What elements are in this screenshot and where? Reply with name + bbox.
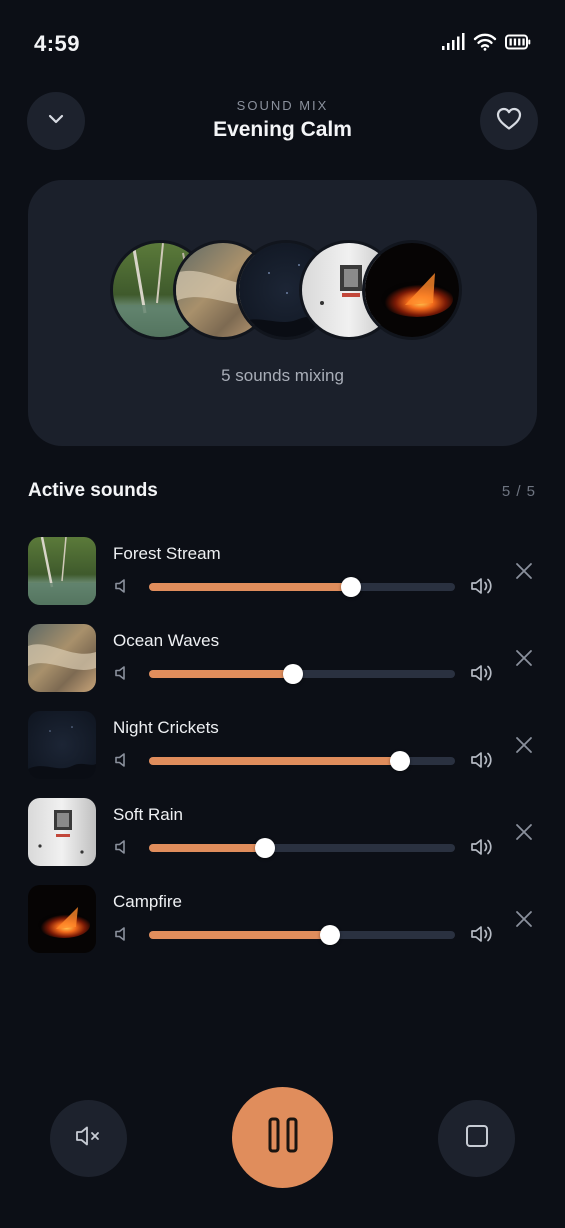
volume-fill (149, 931, 330, 939)
remove-sound-button[interactable] (512, 735, 536, 759)
volume-high-icon (469, 836, 495, 863)
mix-count-text: 5 sounds mixing (221, 366, 344, 385)
sound-bubbles (110, 240, 462, 340)
campfire-bubble (362, 240, 462, 340)
close-icon (515, 823, 533, 846)
status-time: 4:59 (34, 31, 81, 56)
volume-fill (149, 844, 266, 852)
mix-preview-card: 5 sounds mixing (28, 180, 537, 446)
volume-knob[interactable] (389, 751, 410, 771)
sound-row: Soft Rain (0, 798, 565, 868)
campfire-thumbnail (28, 885, 96, 953)
volume-knob[interactable] (340, 577, 361, 597)
volume-low-icon (113, 925, 131, 948)
sound-name: Night Crickets (113, 718, 219, 737)
volume-knob[interactable] (282, 664, 303, 684)
active-sounds-count: 5 / 5 (501, 483, 536, 500)
volume-knob[interactable] (255, 838, 276, 858)
active-sounds-title: Active sounds (28, 480, 158, 501)
night-crickets-thumbnail (28, 711, 96, 779)
sound-row: Night Crickets (0, 711, 565, 781)
volume-fill (149, 583, 351, 591)
mute-button[interactable] (50, 1100, 127, 1177)
forest-stream-thumbnail (28, 537, 96, 605)
volume-slider[interactable] (149, 925, 455, 945)
close-icon (515, 910, 533, 933)
volume-low-icon (113, 577, 131, 600)
volume-high-icon (469, 575, 495, 602)
sound-name: Forest Stream (113, 544, 221, 563)
volume-low-icon (113, 838, 131, 861)
volume-slider[interactable] (149, 751, 455, 771)
remove-sound-button[interactable] (512, 561, 536, 585)
volume-low-icon (113, 664, 131, 687)
soft-rain-thumbnail (28, 798, 96, 866)
cellular-signal-icon (441, 33, 465, 51)
heart-icon (496, 107, 522, 136)
volume-high-icon (469, 749, 495, 776)
sound-name: Ocean Waves (113, 631, 220, 650)
playback-controls (0, 1080, 565, 1200)
wifi-icon (473, 33, 497, 51)
sound-row: Campfire (0, 885, 565, 955)
favorite-button[interactable] (480, 92, 538, 150)
battery-icon (505, 34, 531, 50)
stop-icon (465, 1124, 489, 1153)
play-pause-button[interactable] (232, 1087, 333, 1188)
volume-slider[interactable] (149, 577, 455, 597)
close-icon (515, 562, 533, 585)
sound-name: Soft Rain (113, 805, 183, 824)
volume-slider[interactable] (149, 838, 455, 858)
status-icons (441, 33, 531, 51)
volume-slider[interactable] (149, 664, 455, 684)
volume-knob[interactable] (319, 925, 340, 945)
volume-high-icon (469, 662, 495, 689)
mute-icon (74, 1123, 104, 1154)
remove-sound-button[interactable] (512, 822, 536, 846)
ocean-waves-thumbnail (28, 624, 96, 692)
volume-low-icon (113, 751, 131, 774)
volume-fill (149, 757, 400, 765)
sound-row: Forest Stream (0, 537, 565, 607)
remove-sound-button[interactable] (512, 909, 536, 933)
sound-row: Ocean Waves (0, 624, 565, 694)
close-icon (515, 736, 533, 759)
volume-high-icon (469, 923, 495, 950)
pause-icon (268, 1117, 298, 1158)
header-kicker: SOUND MIX (236, 98, 329, 113)
stop-button[interactable] (438, 1100, 515, 1177)
close-icon (515, 649, 533, 672)
volume-fill (149, 670, 293, 678)
remove-sound-button[interactable] (512, 648, 536, 672)
status-bar: 4:59 (0, 0, 565, 90)
sound-name: Campfire (113, 892, 182, 911)
